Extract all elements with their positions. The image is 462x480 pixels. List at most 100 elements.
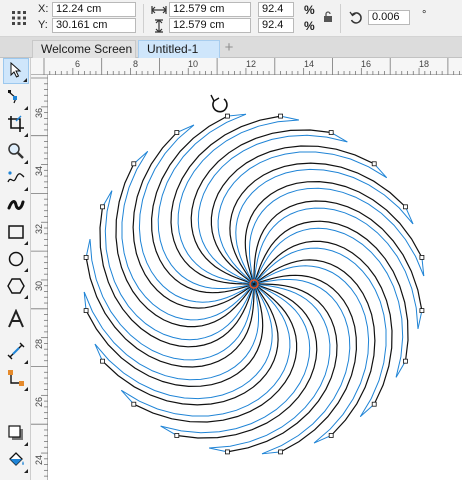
selection-node[interactable] — [371, 401, 377, 407]
selection-node[interactable] — [278, 113, 283, 119]
lock-ratio-icon[interactable] — [322, 10, 334, 24]
spiral-arm-cap — [280, 115, 299, 121]
y-position-field[interactable]: 30.161 cm — [52, 18, 136, 33]
rectangle-icon — [7, 223, 25, 244]
separator — [340, 4, 341, 33]
toolbox — [0, 58, 31, 480]
selection-node[interactable] — [419, 255, 425, 260]
magnifier-icon — [7, 142, 25, 163]
ellipse-icon — [7, 250, 25, 271]
spiral-arm-black[interactable] — [253, 220, 409, 362]
ruler-label: 18 — [419, 59, 430, 69]
drawing-canvas[interactable] — [48, 75, 462, 480]
spiral-arm-cap — [313, 435, 332, 444]
selection-node[interactable] — [403, 204, 408, 210]
selection-node[interactable] — [100, 204, 105, 210]
spiral-arm-black[interactable] — [176, 283, 318, 439]
crop-tool[interactable] — [3, 112, 29, 138]
connector-tool[interactable] — [3, 366, 29, 392]
scale-x-field[interactable]: 92.4 — [258, 2, 294, 17]
scale-y-field[interactable]: 92.4 — [258, 18, 294, 33]
ruler-label: 36 — [34, 107, 45, 119]
spiral-arm-cap — [176, 124, 195, 133]
ruler-label: 8 — [133, 59, 139, 69]
selection-node[interactable] — [83, 308, 89, 313]
parallel-dimension-icon — [7, 342, 25, 363]
object-origin-icon[interactable] — [9, 8, 29, 28]
spiral-arm-cap — [405, 206, 414, 225]
rotation-handle-icon[interactable] — [210, 94, 228, 113]
width-field[interactable]: 12.579 cm — [169, 2, 251, 17]
selection-node[interactable] — [278, 449, 283, 455]
ruler-label: 16 — [361, 59, 372, 69]
ruler-label: 26 — [34, 396, 45, 408]
spiral-arm-black[interactable] — [99, 206, 255, 348]
brush-stroke-icon — [7, 196, 25, 217]
selection-node[interactable] — [174, 130, 180, 135]
paint-bucket-icon — [7, 451, 25, 472]
selection-node[interactable] — [83, 255, 89, 260]
selection-node[interactable] — [131, 161, 137, 167]
ruler-label: 14 — [304, 59, 315, 69]
height-icon — [150, 19, 168, 33]
degree-symbol: ° — [422, 9, 427, 21]
ruler-label: 30 — [34, 280, 45, 292]
fill-tool[interactable] — [3, 448, 29, 474]
horizontal-ruler[interactable]: 6 8 10 12 14 16 18 — [31, 58, 462, 75]
selection-node[interactable] — [328, 130, 334, 135]
drop-shadow-tool[interactable] — [3, 421, 29, 447]
text-tool[interactable] — [3, 307, 29, 333]
polygon-icon — [7, 277, 25, 298]
ruler-label: 10 — [188, 59, 199, 69]
ruler-label: 32 — [34, 223, 45, 235]
height-field[interactable]: 12.579 cm — [169, 18, 251, 33]
spiral-arm-cap — [417, 310, 423, 329]
zoom-tool[interactable] — [3, 139, 29, 165]
document-tab-bar: Welcome Screen Untitled-1 + — [0, 37, 462, 58]
vertical-ruler[interactable]: 36 34 32 30 28 26 24 — [31, 75, 48, 480]
ruler-label: 12 — [246, 59, 257, 69]
artistic-media-tool[interactable] — [3, 193, 29, 219]
selection-node[interactable] — [100, 358, 105, 364]
selection-node[interactable] — [371, 161, 377, 167]
scale-y-percent: % — [304, 19, 315, 33]
spiral-arm-cap — [94, 343, 103, 362]
ruler-label: 34 — [34, 165, 45, 177]
ruler-label: 24 — [34, 454, 45, 466]
separator — [143, 4, 144, 33]
freehand-icon — [7, 169, 25, 190]
new-tab-button[interactable]: + — [222, 40, 236, 57]
node-edit-icon — [7, 88, 25, 109]
selection-node[interactable] — [403, 358, 408, 364]
selection-node[interactable] — [225, 113, 230, 119]
ruler-label: 28 — [34, 338, 45, 350]
polygon-tool[interactable] — [3, 274, 29, 300]
shape-tool[interactable] — [3, 85, 29, 111]
selection-node[interactable] — [131, 401, 137, 407]
tab-untitled-1[interactable]: Untitled-1 — [138, 40, 220, 58]
width-icon — [150, 3, 168, 17]
spiral-arm-black[interactable] — [190, 129, 332, 285]
selection-node[interactable] — [174, 433, 180, 438]
ruler-label: 6 — [75, 59, 81, 69]
property-bar: X: 12.24 cm Y: 30.161 cm 12.579 cm 12.57… — [0, 0, 462, 37]
connector-icon — [7, 369, 25, 390]
selection-node[interactable] — [419, 308, 425, 313]
center-dot — [252, 282, 256, 286]
drop-shadow-icon — [7, 424, 25, 445]
arrow-pointer-icon — [9, 61, 23, 81]
selection-node[interactable] — [328, 433, 334, 438]
rotation-icon — [348, 10, 364, 26]
pick-tool[interactable] — [3, 58, 29, 84]
rectangle-tool[interactable] — [3, 220, 29, 246]
crop-icon — [7, 115, 25, 136]
rotation-field[interactable]: 0.006 — [368, 10, 410, 25]
x-position-field[interactable]: 12.24 cm — [52, 2, 136, 17]
ellipse-tool[interactable] — [3, 247, 29, 273]
freehand-tool[interactable] — [3, 166, 29, 192]
dimension-tool[interactable] — [3, 339, 29, 365]
text-a-icon — [7, 308, 25, 332]
tab-welcome-screen[interactable]: Welcome Screen — [32, 40, 136, 58]
selection-node[interactable] — [225, 449, 230, 455]
y-label: Y: — [38, 19, 48, 31]
